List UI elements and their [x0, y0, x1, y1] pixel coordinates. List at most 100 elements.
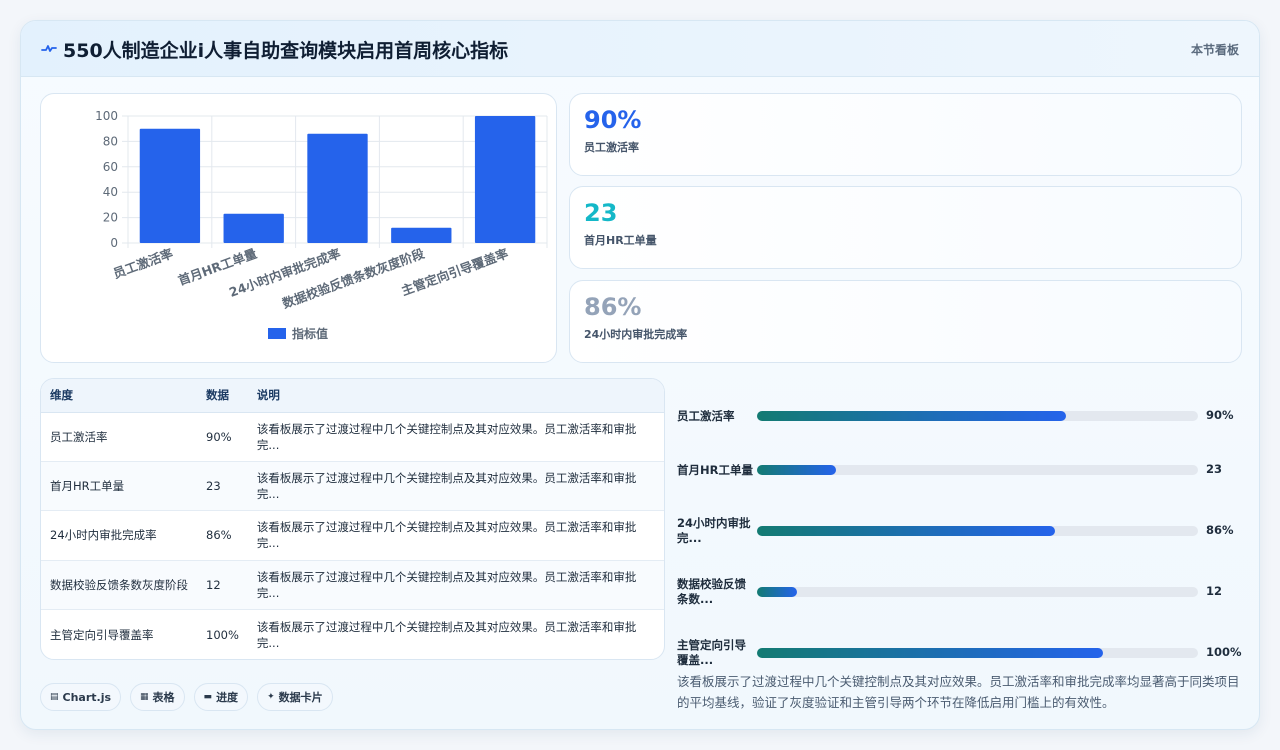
progress-row: 数据校验反馈条数... 12 [677, 572, 1242, 612]
table-cell-dimension: 数据校验反馈条数灰度阶段 [41, 560, 197, 611]
table-header-data: 数据 [197, 379, 248, 413]
kpi-label: 24小时内审批完成率 [584, 328, 688, 341]
description-text: 该看板展示了过渡过程中几个关键控制点及其对应效果。员工激活率和审批完... [256, 619, 637, 650]
progress-row: 主管定向引导覆盖... 100% [677, 633, 1242, 673]
table-cell-data: 100% [206, 627, 239, 642]
kpi-label: 首月HR工单量 [584, 234, 657, 247]
chip-label: 进度 [216, 691, 239, 704]
table-cell-data: 86% [197, 510, 248, 561]
table-cell-description: 该看板展示了过渡过程中几个关键控制点及其对应效果。员工激活率和审批完... [247, 412, 664, 462]
table-cell-dimension: 首月HR工单量 [41, 461, 197, 512]
kpi-value: 86% [584, 293, 642, 321]
description-text: 该看板展示了过渡过程中几个关键控制点及其对应效果。员工激活率和审批完... [256, 471, 637, 502]
progress-value: 23 [1206, 462, 1223, 476]
progress-label: 24小时内审批完... [677, 516, 751, 545]
table-cell-dimension: 主管定向引导覆盖率 [50, 627, 154, 642]
progress-label: 首月HR工单量 [677, 462, 753, 477]
dashboard-header: 550人制造企业i人事自助查询模块启用首周核心指标 本节看板 [21, 21, 1259, 77]
bar-1 [139, 128, 201, 243]
progress-track [757, 526, 1198, 536]
progress-row: 24小时内审批完... 86% [677, 511, 1242, 551]
kpi-value: 90% [584, 106, 642, 134]
dashboard-panel: 550人制造企业i人事自助查询模块启用首周核心指标 本节看板 0 20 40 60 80… [20, 20, 1260, 730]
chip-label: 数据卡片 [278, 691, 323, 704]
description-text: 该看板展示了过渡过程中几个关键控制点及其对应效果。员工激活率和审批完... [256, 421, 637, 452]
progress-label: 数据校验反馈条数... [677, 577, 746, 606]
progress-fill [757, 526, 1055, 536]
bar-5 [474, 116, 536, 243]
metrics-table-card: 维度 数据 说明 员工激活率 90% 该看板展示了过渡过程中几个关键控制点及其对… [40, 378, 665, 660]
kpi-label: 员工激活率 [584, 141, 639, 154]
progress-label: 员工激活率 [677, 408, 735, 423]
metrics-table: 维度 数据 说明 员工激活率 90% 该看板展示了过渡过程中几个关键控制点及其对… [41, 379, 664, 659]
bar-chart[interactable]: 020406080100员工激活率 首月HR工单量24小时内审批完成率数据校验反馈… [41, 94, 558, 364]
tag-chips: ▤ Chart.js ▦ 表格 ▬ 进度 ✦ 数据卡片 [40, 683, 333, 711]
bar-3 [307, 133, 368, 243]
kpi-card-activation: 90% 员工激活率 [569, 93, 1242, 176]
table-cell-description: 该看板展示了过渡过程中几个关键控制点及其对应效果。员工激活率和审批完... [247, 560, 664, 611]
progress-value: 12 [1206, 584, 1223, 598]
table-row[interactable]: 24小时内审批完成率 86% 该看板展示了过渡过程中几个关键控制点及其对应效果。… [41, 510, 664, 561]
y-tick-label-100: 100 [95, 109, 118, 123]
chip-label: 表格 [152, 691, 175, 704]
x-tick-label-4: 数据校验反馈条数灰度阶段 [279, 246, 426, 312]
table-row[interactable]: 主管定向引导覆盖率 100% 该看板展示了过渡过程中几个关键控制点及其对应效果。… [41, 610, 664, 659]
chip-table[interactable]: ▦ 表格 [130, 683, 185, 711]
table-cell-data: 23 [197, 461, 248, 512]
progress-track [757, 465, 1198, 475]
chip-label: Chart.js [62, 690, 112, 704]
section-badge[interactable]: 本节看板 [1191, 41, 1239, 58]
progress-value: 100% [1206, 645, 1242, 659]
y-tick-label-40: 40 [103, 185, 118, 199]
summary-text: 该看板展示了过渡过程中几个关键控制点及其对应效果。员工激活率和审批完成率均显著高… [677, 674, 1240, 710]
table-cell-data: 12 [197, 560, 248, 611]
table-row[interactable]: 员工激活率 90% 该看板展示了过渡过程中几个关键控制点及其对应效果。员工激活率… [41, 412, 664, 462]
kpi-value: 23 [584, 199, 618, 227]
table-cell-description: 该看板展示了过渡过程中几个关键控制点及其对应效果。员工激活率和审批完... [248, 610, 664, 659]
progress-value: 90% [1206, 408, 1234, 422]
kpi-card-approval: 86% 24小时内审批完成率 [569, 280, 1242, 363]
progress-fill [757, 587, 797, 597]
progress-track [757, 587, 1198, 597]
table-row[interactable]: 首月HR工单量 23 该看板展示了过渡过程中几个关键控制点及其对应效果。员工激活… [41, 461, 664, 512]
y-tick-label-20: 20 [103, 211, 118, 225]
table-cell-dimension: 员工激活率 [41, 412, 197, 462]
progress-label: 主管定向引导覆盖... [677, 638, 746, 667]
y-tick-label-60: 60 [103, 160, 118, 174]
y-tick-label-0: 0 [110, 236, 118, 250]
progress-row: 首月HR工单量 23 [677, 450, 1242, 490]
legend-swatch [268, 328, 286, 339]
bar-2 [223, 213, 284, 243]
chip-chartjs[interactable]: ▤ Chart.js [40, 683, 122, 711]
table-header-dimension: 维度 [41, 379, 197, 413]
progress-fill [757, 648, 1104, 658]
progress-list: 员工激活率 90% 首月HR工单量 23 24小时内审批完... 86% 数据校… [677, 379, 1242, 667]
progress-value: 86% [1206, 523, 1234, 537]
table-cell-dimension: 24小时内审批完成率 [41, 510, 197, 561]
chip-data-cards[interactable]: ✦ 数据卡片 [257, 683, 333, 711]
sparkle-icon: ✦ [267, 692, 275, 702]
table-cell-description: 该看板展示了过渡过程中几个关键控制点及其对应效果。员工激活率和审批完... [247, 510, 664, 561]
legend-label: 指标值 [292, 326, 328, 341]
table-header-row: 维度 数据 说明 [41, 379, 664, 413]
x-tick-label-1: 员工激活率 [111, 246, 175, 282]
table-header-description: 说明 [247, 379, 664, 413]
progress-track [757, 648, 1198, 658]
description-text: 该看板展示了过渡过程中几个关键控制点及其对应效果。员工激活率和审批完... [256, 520, 637, 551]
progress-icon: ▬ [203, 692, 213, 702]
table-cell-description: 该看板展示了过渡过程中几个关键控制点及其对应效果。员工激活率和审批完... [247, 461, 664, 512]
table-row[interactable]: 数据校验反馈条数灰度阶段 12 该看板展示了过渡过程中几个关键控制点及其对应效果… [41, 560, 664, 611]
progress-fill [757, 411, 1066, 421]
chip-progress[interactable]: ▬ 进度 [193, 683, 249, 711]
pulse-icon [41, 45, 57, 52]
kpi-card-tickets: 23 首月HR工单量 [569, 186, 1242, 269]
y-tick-label-80: 80 [103, 134, 118, 148]
progress-row: 员工激活率 90% [677, 396, 1242, 436]
chart-icon: ▤ [50, 692, 59, 702]
page-title: 550人制造企业i人事自助查询模块启用首周核心指标 [63, 40, 509, 62]
description-text: 该看板展示了过渡过程中几个关键控制点及其对应效果。员工激活率和审批完... [256, 569, 637, 600]
progress-track [757, 411, 1198, 421]
progress-fill [757, 465, 837, 475]
bar-chart-card: 0 20 40 60 80 100 员工激活率 首月HR工单量 24小时内审批完成率 数据校验反馈… [40, 93, 557, 363]
bar-4 [391, 227, 452, 243]
